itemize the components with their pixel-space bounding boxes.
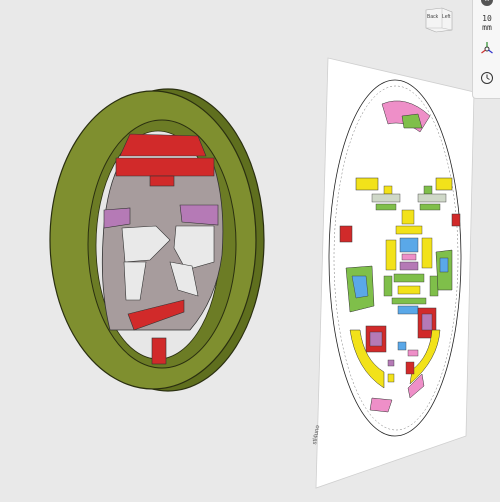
3d-viewport[interactable] — [0, 0, 500, 502]
view-cube-face-left[interactable]: Left — [442, 14, 450, 20]
compass-icon[interactable] — [477, 0, 497, 10]
zoom-unit: mm — [482, 23, 492, 32]
axes-icon[interactable] — [477, 38, 497, 58]
viewport-toolbar: 10 mm — [472, 0, 500, 99]
zoom-readout: 10 mm — [473, 14, 500, 32]
drawing-sheet[interactable] — [315, 57, 475, 489]
view-cube[interactable]: Back Left — [422, 4, 456, 34]
view-cube-face-back[interactable]: Back — [427, 14, 438, 20]
history-icon[interactable] — [477, 68, 497, 88]
zoom-value: 10 — [482, 14, 492, 23]
